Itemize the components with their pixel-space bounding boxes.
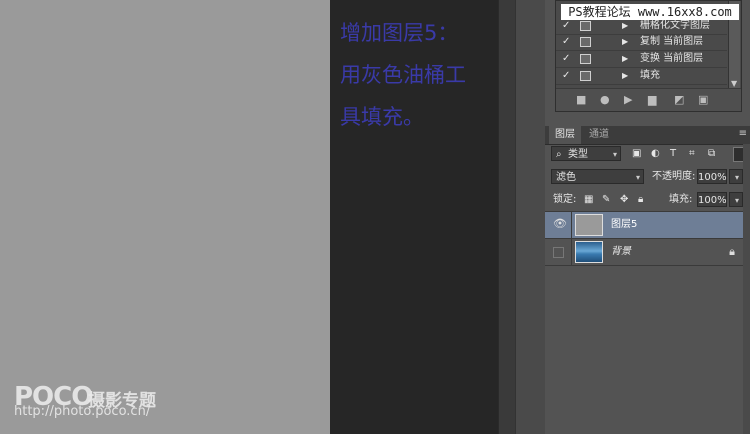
scroll-down-icon[interactable]: ▼ (731, 79, 737, 88)
chevron-down-icon: ▾ (635, 173, 640, 182)
record-icon[interactable]: ● (600, 93, 610, 106)
lock-label: 锁定: (553, 194, 577, 205)
forum-watermark: PS教程论坛 www.16xx8.com (561, 4, 739, 20)
stop-icon[interactable]: ■ (576, 93, 586, 106)
eye-icon: 👁︎ (553, 217, 567, 230)
history-item[interactable]: ✓ ▶ 变换 当前图层 (556, 50, 727, 68)
layer-filter-select[interactable]: ⌕ 类型 ▾ (551, 146, 621, 161)
play-icon: ▶ (622, 37, 629, 46)
fill-label: 填充: (669, 194, 693, 205)
check-icon: ✓ (562, 36, 571, 47)
layer-filter-label: 类型 (568, 149, 588, 160)
fill-input[interactable]: 100% (697, 192, 727, 207)
tab-layers[interactable]: 图层 (549, 126, 581, 144)
tab-channels[interactable]: 通道 (583, 126, 615, 144)
pixel-filter-icon[interactable]: ▣ (632, 146, 641, 161)
blend-mode-value: 滤色 (556, 172, 576, 183)
lock-move-icon[interactable]: ✥ (620, 192, 628, 207)
history-footer: ■ ● ▶ ▆ ◩ ▣ (556, 88, 741, 111)
fill-dropdown[interactable]: ▾ (729, 192, 743, 207)
history-snapshot-icon (580, 21, 591, 31)
play-icon: ▶ (622, 71, 629, 80)
history-snapshot-icon (580, 37, 591, 47)
instruction-line-2: 用灰色油桶工 (340, 63, 466, 87)
canvas-scrollbar[interactable] (498, 0, 516, 434)
panel-dock-strip (515, 0, 546, 434)
opacity-dropdown[interactable]: ▾ (729, 169, 743, 184)
lock-icon: 🔒︎ (729, 245, 735, 258)
check-icon: ✓ (562, 53, 571, 64)
layer-name[interactable]: 背景 (611, 239, 631, 265)
visibility-toggle[interactable]: 👁︎ (545, 212, 572, 238)
opacity-label: 不透明度: (652, 171, 696, 182)
history-snapshot-icon (580, 71, 591, 81)
chevron-down-icon: ▾ (734, 173, 739, 182)
layer-row-layer5[interactable]: 👁︎ 图层5 (545, 212, 743, 239)
history-snapshot-icon (580, 54, 591, 64)
lock-all-icon[interactable]: 🔒︎ (638, 192, 643, 207)
play-icon: ▶ (622, 54, 629, 63)
visibility-toggle[interactable] (545, 239, 572, 265)
play-icon[interactable]: ▶ (624, 93, 632, 106)
history-item-label: 变换 当前图层 (640, 53, 704, 64)
instruction-text: 增加图层5： 用灰色油桶工 具填充。 (340, 12, 490, 138)
hidden-visibility-icon (553, 247, 564, 258)
history-item[interactable]: ✓ ▶ 复制 当前图层 (556, 33, 727, 51)
chevron-down-icon: ▾ (734, 196, 739, 205)
lock-transparency-icon[interactable]: ▦ (584, 192, 593, 207)
layer-name[interactable]: 图层5 (611, 212, 637, 238)
poco-url: http://photo.poco.cn/ (14, 404, 151, 419)
layer-thumbnail (575, 241, 603, 263)
layer-row-background[interactable]: 背景 🔒︎ (545, 239, 743, 266)
new-icon[interactable]: ◩ (674, 93, 684, 106)
smart-object-filter-icon[interactable]: ⧉ (708, 146, 715, 161)
instruction-area: 增加图层5： 用灰色油桶工 具填充。 (330, 0, 498, 434)
layer-thumbnail (575, 214, 603, 236)
history-item-label: 填充 (640, 70, 660, 81)
history-item[interactable]: ✓ ▶ 填充 (556, 67, 727, 85)
layers-scrollbar[interactable] (743, 144, 750, 434)
type-filter-icon[interactable]: T (670, 146, 676, 161)
lock-paint-icon[interactable]: ✎ (602, 192, 610, 207)
layers-panel-tabs: 图层 通道 ≡ (545, 126, 750, 145)
search-icon: ⌕ (556, 149, 562, 160)
delete-icon[interactable]: ▣ (698, 93, 708, 106)
check-icon: ✓ (562, 70, 571, 81)
chevron-down-icon: ▾ (612, 150, 617, 159)
shape-filter-icon[interactable]: ⌗ (689, 146, 695, 161)
history-item-label: 复制 当前图层 (640, 36, 704, 47)
instruction-line-3: 具填充。 (340, 105, 424, 129)
opacity-input[interactable]: 100% (697, 169, 727, 184)
document-canvas[interactable] (0, 0, 330, 434)
adjustment-filter-icon[interactable]: ◐ (651, 146, 660, 161)
blend-mode-select[interactable]: 滤色 ▾ (551, 169, 644, 184)
instruction-line-1: 增加图层5： (340, 21, 459, 45)
folder-icon[interactable]: ▆ (648, 93, 656, 106)
panel-menu-icon[interactable]: ≡ (739, 128, 747, 139)
